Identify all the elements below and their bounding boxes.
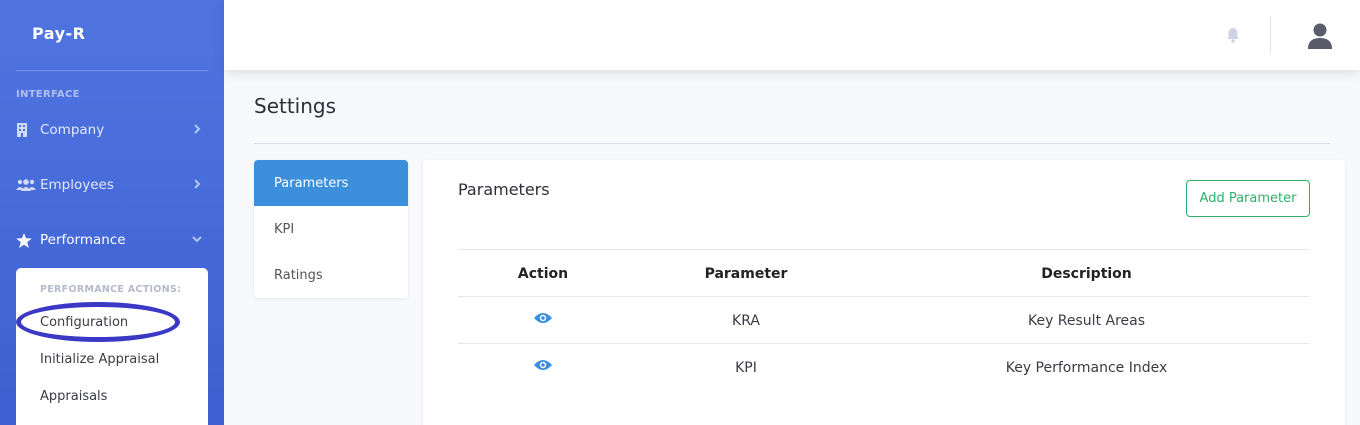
submenu-heading: PERFORMANCE ACTIONS: — [40, 284, 182, 295]
users-icon — [16, 177, 36, 193]
content-divider — [254, 143, 1330, 144]
sidebar-item-employees[interactable]: Employees — [16, 173, 208, 197]
building-icon — [16, 122, 36, 138]
brand-logo[interactable]: Pay-R — [32, 24, 86, 43]
tab-ratings[interactable]: Ratings — [254, 252, 408, 298]
topbar — [224, 0, 1360, 70]
sidebar-item-label: Employees — [40, 177, 114, 193]
table-row: KRA Key Result Areas — [458, 296, 1309, 343]
settings-tabs: Parameters KPI Ratings — [254, 160, 408, 298]
sidebar-heading: INTERFACE — [16, 89, 80, 100]
parameter-cell: KPI — [735, 359, 757, 376]
submenu-item-initialize-appraisal[interactable]: Initialize Appraisal — [40, 352, 159, 367]
column-header-parameter: Parameter — [704, 265, 788, 282]
chevron-down-icon — [192, 236, 202, 243]
add-parameter-button[interactable]: Add Parameter — [1186, 180, 1310, 217]
sidebar-item-label: Performance — [40, 232, 126, 248]
chevron-right-icon — [194, 179, 201, 189]
sidebar-item-company[interactable]: Company — [16, 118, 208, 142]
parameters-card: Parameters Add Parameter Action Paramete… — [423, 160, 1345, 425]
bell-icon[interactable] — [1224, 26, 1242, 44]
action-cell — [458, 344, 628, 391]
submenu-item-appraisals[interactable]: Appraisals — [40, 389, 107, 404]
card-title: Parameters — [458, 180, 550, 199]
page-title: Settings — [254, 94, 337, 118]
column-header-action: Action — [517, 265, 569, 282]
performance-submenu: PERFORMANCE ACTIONS: Configuration Initi… — [16, 268, 208, 425]
action-cell — [458, 297, 628, 344]
sidebar: Pay-R INTERFACE Company Employees Perfor… — [0, 0, 224, 425]
chevron-right-icon — [194, 124, 201, 134]
submenu-item-configuration[interactable]: Configuration — [40, 315, 128, 330]
column-header-description: Description — [1041, 265, 1132, 282]
parameter-cell: KRA — [732, 312, 760, 329]
sidebar-divider — [16, 70, 208, 71]
description-cell: Key Result Areas — [1027, 312, 1146, 329]
eye-icon[interactable] — [534, 312, 552, 324]
eye-icon[interactable] — [534, 359, 552, 371]
tab-parameters[interactable]: Parameters — [254, 160, 408, 206]
topbar-divider — [1270, 16, 1271, 54]
table-header-row: Action Parameter Description — [458, 249, 1309, 296]
description-cell: Key Performance Index — [1005, 359, 1168, 376]
tab-kpi[interactable]: KPI — [254, 206, 408, 252]
user-avatar-icon[interactable] — [1306, 22, 1334, 50]
table-row: KPI Key Performance Index — [458, 343, 1309, 390]
parameters-table: Action Parameter Description KRA Key Res… — [458, 249, 1309, 390]
sidebar-item-label: Company — [40, 122, 105, 138]
star-icon — [16, 232, 36, 248]
sidebar-item-performance[interactable]: Performance — [16, 228, 208, 252]
